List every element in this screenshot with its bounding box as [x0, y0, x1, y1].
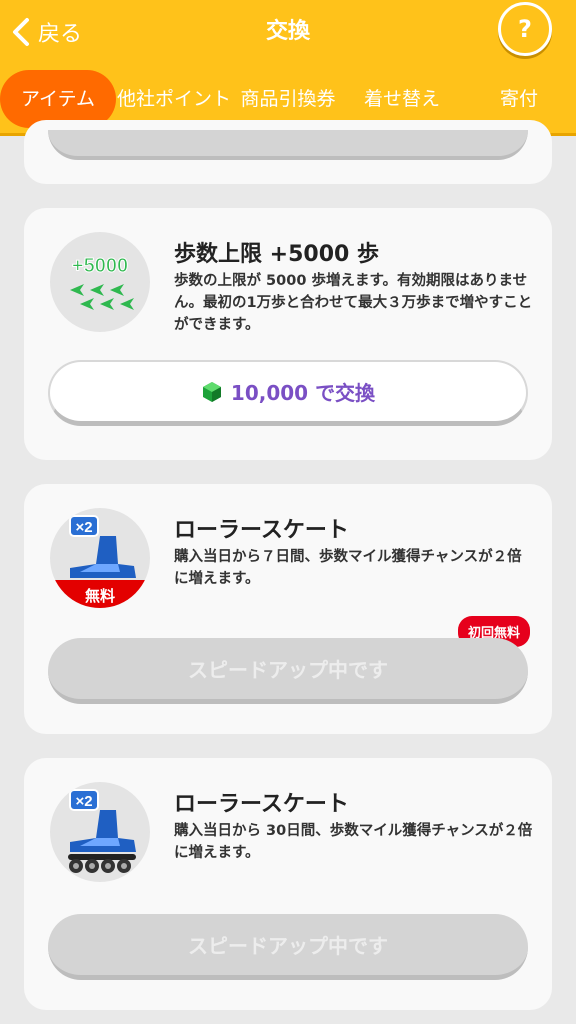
previous-item-button[interactable]	[48, 130, 528, 160]
multiplier-label: ×2	[75, 519, 92, 536]
item-description: 購入当日から７日間、歩数マイル獲得チャンスが２倍に増えます。	[174, 549, 522, 587]
item-title: 歩数上限 +5000 歩	[174, 242, 379, 267]
help-button[interactable]: ?	[498, 2, 552, 56]
exchange-button[interactable]: 10,000 で交換	[48, 360, 528, 426]
item-title: ローラースケート	[174, 518, 349, 543]
speed-up-active-button: スピードアップ中です	[48, 914, 528, 980]
item-title: ローラースケート	[174, 792, 349, 817]
multiplier-label: ×2	[75, 793, 92, 810]
item-card-roller-skate-7days: ×2 無料 ローラースケート 購入当日から７日間、歩数マイル獲得チャンスが２倍に…	[24, 484, 552, 734]
item-description: 歩数の上限が 5000 歩増えます。有効期限はありません。最初の1万歩と合わせて…	[174, 273, 533, 333]
free-ribbon-label: 無料	[85, 587, 115, 605]
roller-skate-icon: ×2	[50, 782, 150, 882]
speed-up-active-button: スピードアップ中です	[48, 638, 528, 704]
step-limit-icon: +5000	[50, 232, 150, 332]
green-gem-icon	[202, 381, 221, 402]
roller-skate-icon: ×2 無料	[50, 508, 150, 608]
button-label: スピードアップ中です	[188, 934, 388, 958]
previous-item-card	[24, 120, 552, 184]
item-card-step-limit: +5000 歩数上限 +5000 歩 歩数の上限が 5000 歩増えます。有効期…	[24, 208, 552, 460]
app-header: 戻る 交換 ? アイテム 他社ポイント 商品引換券 着せ替え 寄付	[0, 0, 576, 136]
exchange-button-label: 10,000 で交換	[230, 381, 376, 405]
svg-text:+5000: +5000	[72, 255, 128, 277]
button-label: スピードアップ中です	[188, 658, 388, 682]
item-description: 購入当日から 30日間、歩数マイル獲得チャンスが２倍に増えます。	[174, 823, 533, 861]
page-title: 交換	[265, 19, 310, 44]
item-card-roller-skate-30days: ×2 ローラースケート 購入当日から 30日間、歩数マイル獲得チャンスが２倍に増…	[24, 758, 552, 1010]
question-mark-icon: ?	[518, 15, 532, 43]
